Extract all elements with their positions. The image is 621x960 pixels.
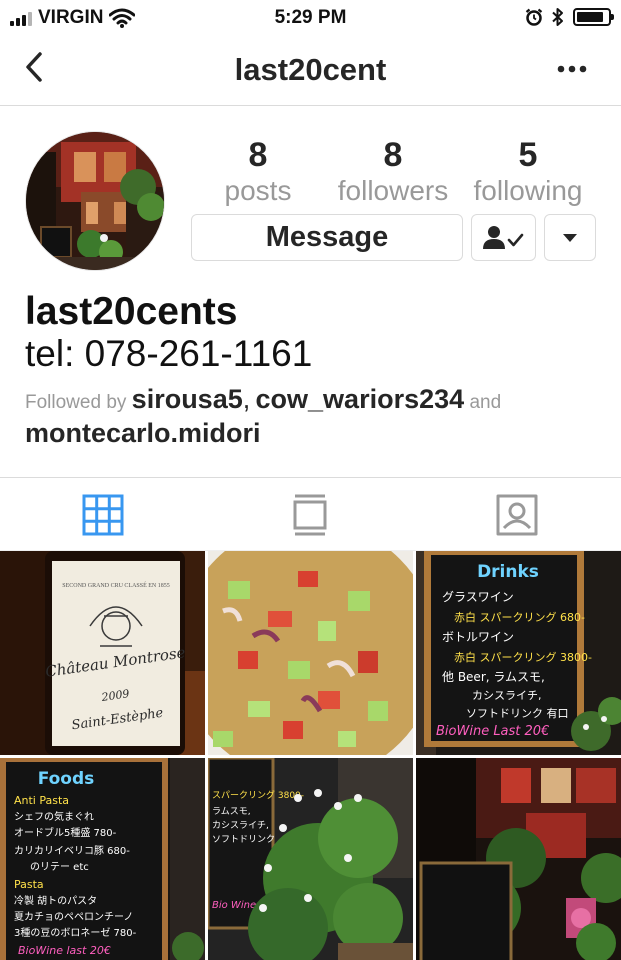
stat-following-label: following bbox=[473, 175, 583, 206]
foods-board-line: 3種の豆のボロネーゼ 780- bbox=[14, 926, 137, 939]
drinks-board-line: 赤白 スパークリング 3800- bbox=[454, 650, 592, 664]
post-thumbnail[interactable] bbox=[416, 758, 621, 960]
svg-text:SECOND GRAND CRU CLASSÉ EN 185: SECOND GRAND CRU CLASSÉ EN 1855 bbox=[62, 581, 170, 589]
foods-board-title: Foods bbox=[38, 769, 95, 789]
post-thumbnail[interactable] bbox=[208, 551, 413, 755]
more-options-button[interactable] bbox=[547, 54, 597, 84]
plants-board-line: スパークリング 3800- bbox=[212, 789, 304, 801]
plants-board-line: ラムスモ, bbox=[212, 806, 251, 817]
followed-by-and: and bbox=[469, 392, 502, 413]
plants-board-line: カシスライチ, bbox=[212, 820, 269, 831]
stat-followers-count: 8 bbox=[383, 136, 403, 174]
drinks-board-line: ボトルワイン bbox=[442, 630, 514, 644]
followed-by-user-link[interactable]: cow_wariors234 bbox=[256, 384, 465, 414]
suggested-dropdown-button[interactable] bbox=[544, 214, 596, 261]
stat-posts-count: 8 bbox=[248, 136, 268, 174]
drinks-board-title: Drinks bbox=[477, 562, 539, 582]
foods-board-line: シェフの気まぐれ bbox=[14, 810, 94, 823]
foods-board-line: 夏カチョのペペロンチーノ bbox=[14, 911, 133, 923]
plants-board-footer: Bio Wine bbox=[212, 900, 256, 911]
drinks-board-line: 赤白 スパークリング 680- bbox=[454, 610, 585, 624]
foods-board-line: カリカリイベリコ豚 680- bbox=[14, 845, 130, 857]
stat-following-count: 5 bbox=[518, 136, 538, 174]
stat-following[interactable]: 5 following bbox=[453, 135, 603, 207]
tab-tagged[interactable] bbox=[494, 492, 540, 538]
alarm-clock-icon bbox=[525, 8, 543, 26]
foods-board-line: のリテー etc bbox=[30, 862, 89, 873]
followed-by-line-2: montecarlo.midori bbox=[25, 418, 261, 449]
message-button[interactable]: Message bbox=[191, 214, 463, 261]
post-thumbnail[interactable]: Foods Anti Pasta シェフの気まぐれ オードブル5種盛 780- … bbox=[0, 758, 205, 960]
post-thumbnail[interactable]: SECOND GRAND CRU CLASSÉ EN 1855 Château … bbox=[0, 551, 205, 755]
tab-feed[interactable] bbox=[287, 492, 333, 538]
drinks-board-footer: BioWine Last 20€ bbox=[436, 724, 549, 739]
stat-followers[interactable]: 8 followers bbox=[318, 135, 468, 207]
foods-board-footer: BioWine last 20€ bbox=[18, 944, 111, 957]
profile-avatar[interactable] bbox=[25, 131, 165, 271]
status-right bbox=[525, 7, 614, 27]
following-status-button[interactable] bbox=[471, 214, 536, 261]
drinks-board-line: ソフトドリンク 有口 bbox=[466, 706, 569, 720]
followed-by-user-link[interactable]: sirousa5 bbox=[132, 384, 243, 414]
followed-by-user-link[interactable]: montecarlo.midori bbox=[25, 418, 261, 448]
plants-board-line: ソフトドリンク bbox=[212, 834, 275, 845]
drinks-board-line: グラスワイン bbox=[442, 590, 514, 604]
nav-bar: last20cent bbox=[0, 36, 621, 106]
profile-bio: tel: 078-261-1161 bbox=[25, 333, 313, 374]
foods-board-line: Pasta bbox=[14, 878, 44, 891]
stat-followers-label: followers bbox=[337, 175, 449, 206]
battery-icon bbox=[573, 8, 614, 26]
foods-board-line: オードブル5種盛 780- bbox=[14, 826, 117, 839]
status-bar: VIRGIN 5:29 PM bbox=[0, 0, 621, 36]
followed-by-prefix: Followed by bbox=[25, 392, 127, 413]
drinks-board-line: カシスライチ, bbox=[472, 689, 542, 702]
stat-posts[interactable]: 8 posts bbox=[183, 135, 333, 207]
tab-grid[interactable] bbox=[80, 492, 126, 538]
user-check-icon bbox=[482, 225, 523, 249]
tagged-icon bbox=[496, 494, 538, 536]
grid-icon bbox=[82, 494, 124, 536]
caret-down-icon bbox=[563, 233, 577, 242]
profile-tab-bar bbox=[0, 477, 621, 551]
followed-by-separator: , bbox=[242, 384, 251, 414]
profile-full-name: last20cents bbox=[25, 290, 238, 333]
followed-by-line: Followed by sirousa5, cow_wariors234 and bbox=[25, 384, 501, 415]
feed-icon bbox=[293, 494, 327, 536]
post-grid: SECOND GRAND CRU CLASSÉ EN 1855 Château … bbox=[0, 551, 621, 960]
more-horizontal-icon bbox=[557, 65, 587, 73]
stat-posts-label: posts bbox=[224, 175, 292, 206]
foods-board-line: Anti Pasta bbox=[14, 794, 69, 807]
bluetooth-icon bbox=[552, 8, 563, 26]
foods-board-line: 冷製 胡トのパスタ bbox=[14, 894, 97, 907]
post-thumbnail[interactable]: Drinks グラスワイン 赤白 スパークリング 680- ボトルワイン 赤白 … bbox=[416, 551, 621, 755]
post-thumbnail[interactable]: スパークリング 3800- ラムスモ, カシスライチ, ソフトドリンク Bio … bbox=[208, 758, 413, 960]
profile-username-title: last20cent bbox=[234, 52, 387, 87]
drinks-board-line: 他 Beer, ラムスモ, bbox=[442, 670, 545, 684]
